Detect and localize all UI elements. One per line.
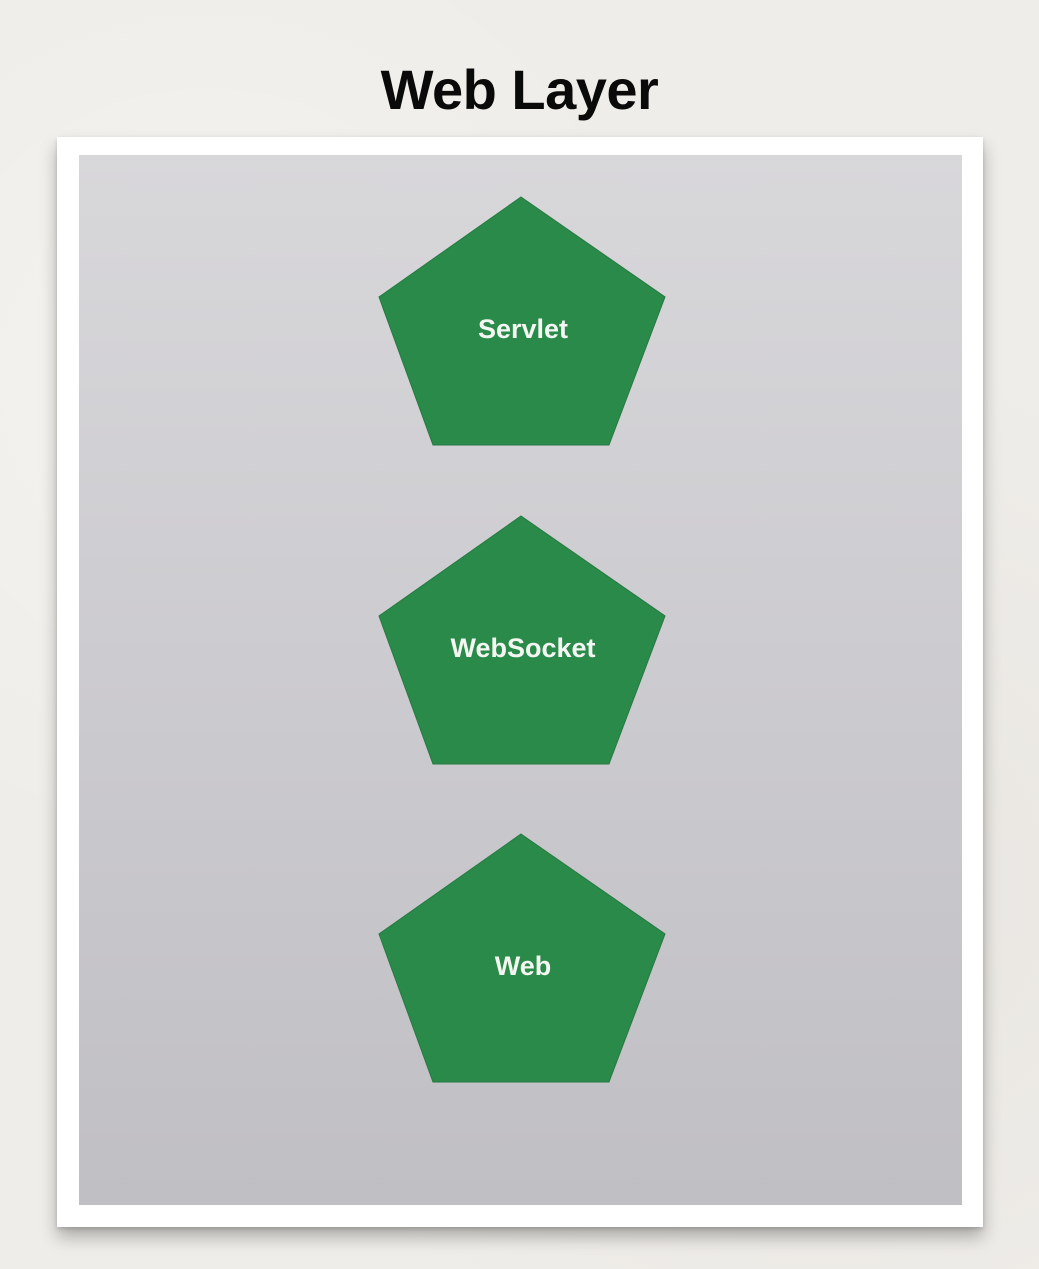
pentagon-websocket: WebSocket — [378, 514, 667, 766]
diagram-frame: Servlet WebSocket Web — [57, 137, 983, 1227]
diagram-panel: Servlet WebSocket Web — [79, 155, 962, 1205]
pentagon-websocket-label: WebSocket — [450, 633, 596, 663]
pentagon-web-label: Web — [494, 951, 552, 981]
page-title: Web Layer — [380, 58, 659, 121]
pentagon-web: Web — [378, 832, 667, 1084]
pentagon-servlet-label: Servlet — [477, 314, 569, 344]
pentagon-servlet: Servlet — [378, 195, 667, 447]
